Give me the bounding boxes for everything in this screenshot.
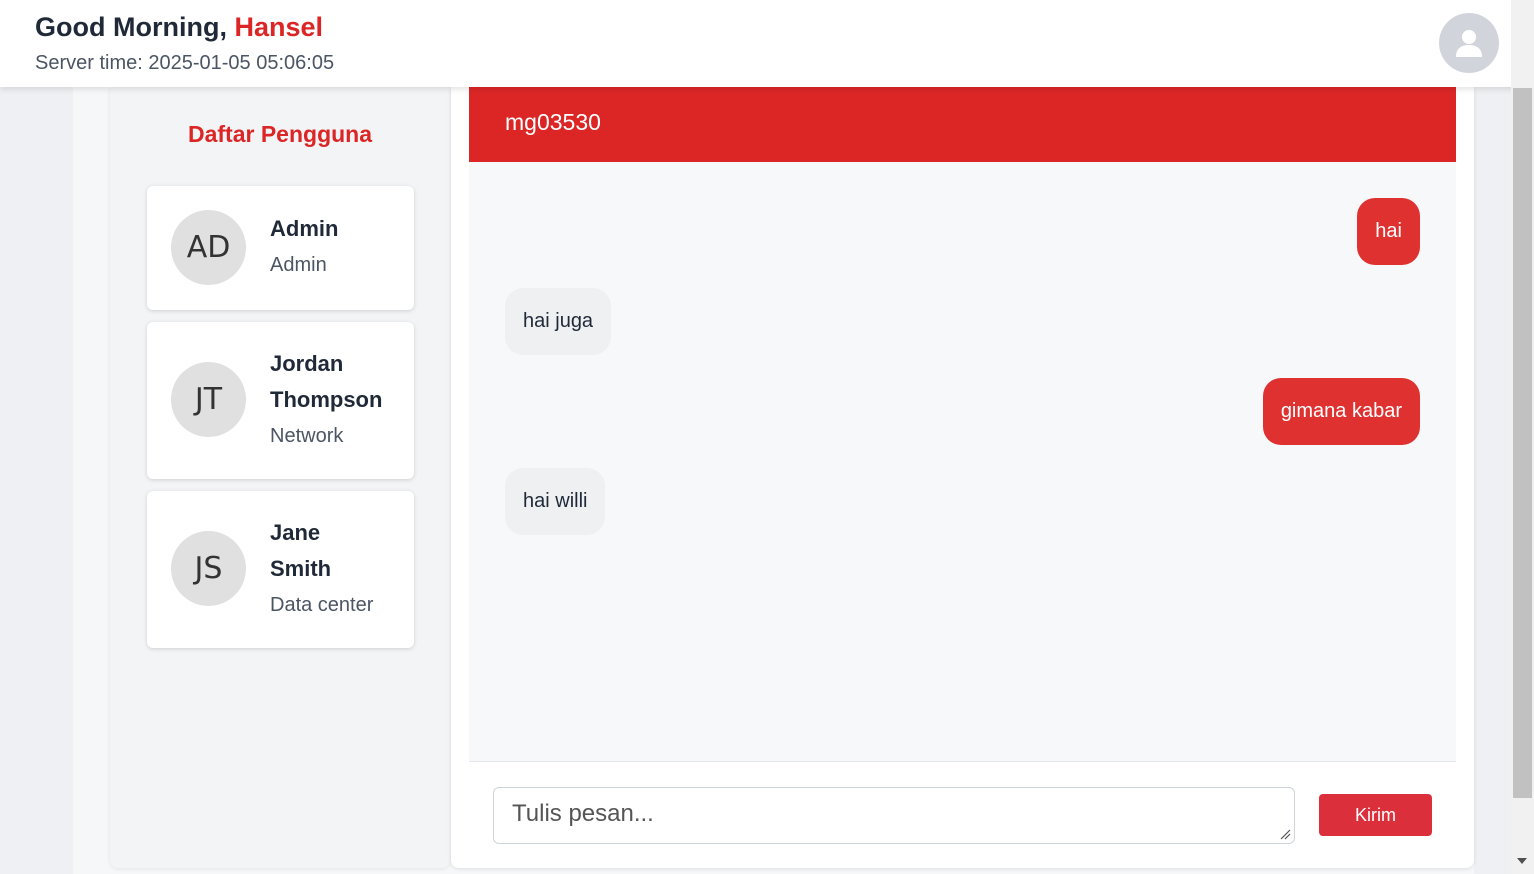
greeting-user-name: Hansel xyxy=(234,12,324,42)
user-card-jane-smith[interactable]: JS Jane Smith Data center xyxy=(147,491,414,648)
message-input-box[interactable] xyxy=(493,787,1295,844)
user-info: Jane Smith Data center xyxy=(270,515,410,623)
chat-title: mg03530 xyxy=(505,109,601,135)
user-name-first: Jordan xyxy=(270,351,344,376)
user-info: Jordan Thompson Network xyxy=(270,346,410,454)
user-info: Admin Admin xyxy=(270,211,410,283)
user-role: Data center xyxy=(270,594,374,616)
user-name-last: Smith xyxy=(270,556,332,581)
message-bubble-incoming: hai juga xyxy=(505,288,612,355)
user-avatar: JT xyxy=(171,362,246,437)
user-list-sidebar: Daftar Pengguna AD Admin Admin JT Jordan… xyxy=(110,87,450,868)
server-time: Server time: 2025-01-05 05:06:05 xyxy=(35,52,335,74)
user-name-first: Jane xyxy=(270,520,321,545)
chat-header: mg03530 xyxy=(469,87,1456,162)
user-card-admin[interactable]: AD Admin Admin xyxy=(147,186,414,310)
user-name-last: Thompson xyxy=(270,387,383,412)
send-button[interactable]: Kirim xyxy=(1319,794,1432,836)
resize-grip-icon[interactable] xyxy=(1279,828,1291,840)
user-card-jordan-thompson[interactable]: JT Jordan Thompson Network xyxy=(147,322,414,479)
user-name: Admin xyxy=(270,216,339,241)
vertical-scrollbar[interactable] xyxy=(1511,0,1534,874)
user-role: Network xyxy=(270,425,344,447)
sidebar-title: Daftar Pengguna xyxy=(187,121,373,147)
user-avatar: JS xyxy=(171,531,246,606)
greeting-prefix: Good Morning, xyxy=(35,12,235,42)
scroll-down-arrow-icon[interactable] xyxy=(1517,858,1527,864)
user-avatar: AD xyxy=(171,210,246,285)
message-bubble-incoming: hai willi xyxy=(505,468,606,535)
message-input[interactable] xyxy=(494,788,1294,843)
message-bubble-outgoing: gimana kabar xyxy=(1262,378,1420,445)
profile-avatar-button[interactable] xyxy=(1439,13,1499,73)
top-header: Good Morning, Hansel Server time: 2025-0… xyxy=(0,0,1534,87)
chat-panel: mg03530 hai hai juga gimana kabar hai wi… xyxy=(451,87,1474,868)
message-bubble-outgoing: hai xyxy=(1357,198,1420,265)
user-icon xyxy=(1456,30,1482,57)
user-role: Admin xyxy=(270,254,327,276)
scrollbar-thumb[interactable] xyxy=(1513,88,1532,798)
greeting: Good Morning, Hansel xyxy=(35,12,323,43)
message-list[interactable]: hai hai juga gimana kabar hai willi xyxy=(469,162,1456,762)
